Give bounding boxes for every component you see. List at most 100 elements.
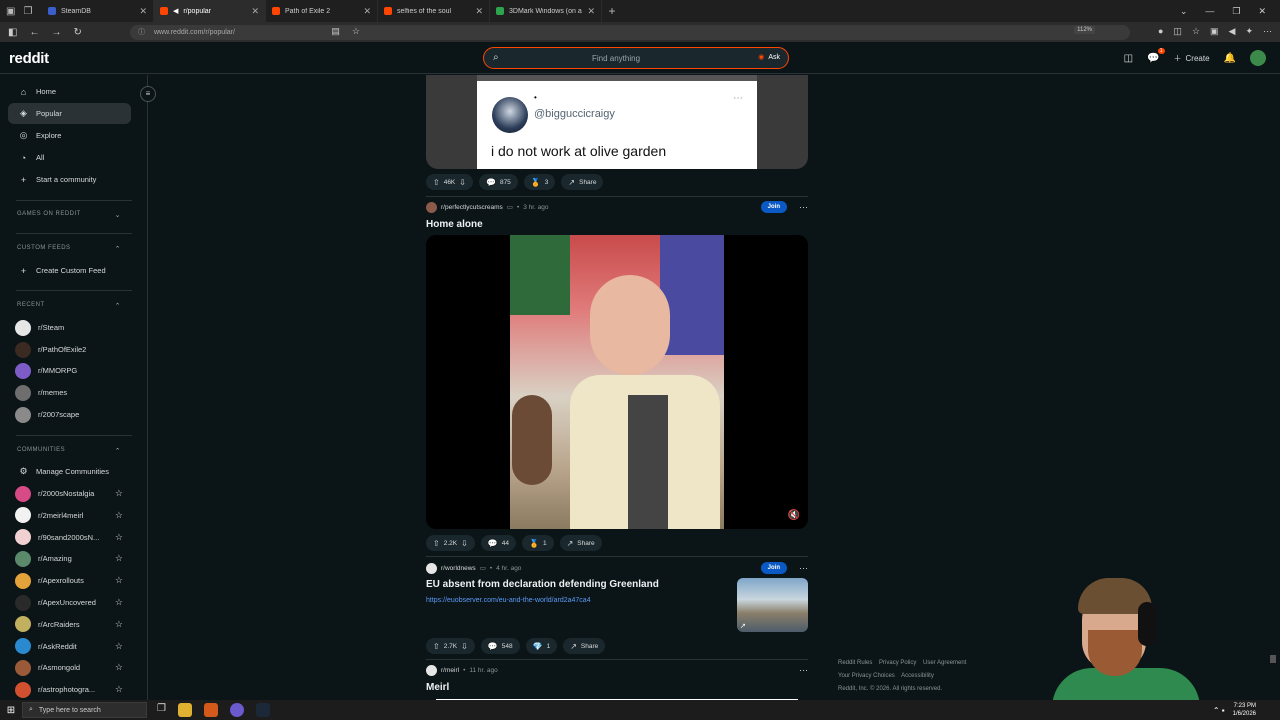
forward-button[interactable]: →: [51, 27, 61, 38]
user-avatar[interactable]: [1250, 50, 1266, 66]
sidebar-item-community[interactable]: r/2meirl4meirl ☆: [8, 505, 131, 526]
browser-tab[interactable]: SteamDB ✕: [42, 0, 154, 22]
speaker-icon[interactable]: ◀: [1229, 26, 1236, 37]
back-button[interactable]: ←: [29, 27, 39, 38]
post-link[interactable]: https://euobserver.com/eu-and-the-world/…: [426, 597, 591, 604]
create-custom-feed-button[interactable]: + Create Custom Feed: [8, 260, 131, 281]
speaker-icon[interactable]: ◀: [173, 7, 178, 15]
taskbar-search-input[interactable]: Type here to search: [39, 707, 101, 714]
extension-icon[interactable]: ●: [1158, 26, 1163, 37]
upvote-icon[interactable]: ⇧: [433, 642, 440, 651]
favorite-star-icon[interactable]: ☆: [115, 641, 123, 652]
sidebar-item-community[interactable]: r/PathOfExile2: [8, 339, 131, 360]
join-button[interactable]: Join: [760, 201, 787, 213]
task-view-icon[interactable]: ❐: [157, 703, 166, 717]
sidebar-icon[interactable]: ◧: [8, 27, 17, 38]
downvote-icon[interactable]: ⇩: [461, 539, 468, 548]
favorite-star-icon[interactable]: ☆: [115, 510, 123, 521]
post-title[interactable]: Meirl: [426, 682, 449, 693]
share-button[interactable]: ↗ Share: [561, 174, 604, 190]
sidebar-item-popular[interactable]: ◈ Popular: [8, 103, 131, 124]
volume-icon[interactable]: 🔇: [788, 510, 800, 521]
user-agreement-link[interactable]: User Agreement: [923, 660, 966, 666]
recent-section-toggle[interactable]: RECENT ⌃: [17, 302, 121, 310]
sidebar-item-all[interactable]: ◔ All: [8, 147, 131, 168]
browser-tab[interactable]: selfies of the soul ✕: [378, 0, 490, 22]
browser-tab[interactable]: Path of Exile 2 ✕: [266, 0, 378, 22]
clock[interactable]: 7:23 PM 1/6/2026: [1233, 702, 1256, 718]
downvote-icon[interactable]: ⇩: [459, 178, 466, 187]
favorite-star-icon[interactable]: ☆: [115, 597, 123, 608]
refresh-button[interactable]: ↻: [73, 27, 81, 38]
subreddit-avatar[interactable]: [426, 201, 437, 213]
favorite-star-icon[interactable]: ☆: [115, 488, 123, 499]
ask-button[interactable]: ◉ Ask: [758, 53, 780, 62]
sidebar-item-community[interactable]: r/memes: [8, 382, 131, 403]
award-button[interactable]: 🏅 3: [523, 174, 556, 190]
browser-app-icon[interactable]: [203, 703, 218, 717]
privacy-choices-link[interactable]: Your Privacy Choices: [838, 673, 895, 679]
sidebar-item-community[interactable]: r/ArcRaiders ☆: [8, 614, 131, 635]
site-info-icon[interactable]: ⓘ: [138, 27, 145, 37]
close-button[interactable]: ✕: [1258, 6, 1266, 17]
steam-app-icon[interactable]: [255, 703, 270, 717]
browser-tab[interactable]: 3DMark Windows (on a) Phone ✕: [490, 0, 602, 22]
tab-close-icon[interactable]: ✕: [139, 6, 147, 17]
maximize-button[interactable]: ❐: [1232, 6, 1240, 17]
menu-icon[interactable]: ⋯: [1263, 26, 1272, 37]
sidebar-item-start-a-community[interactable]: + Start a community: [8, 169, 131, 190]
subreddit-avatar[interactable]: [426, 562, 437, 574]
accessibility-link[interactable]: Accessibility: [901, 673, 934, 679]
sidebar-item-community[interactable]: r/Apexrollouts ☆: [8, 570, 131, 591]
sidebar-item-community[interactable]: r/MMORPG: [8, 360, 131, 381]
subreddit-link[interactable]: r/worldnews: [441, 565, 476, 572]
sidebar-item-community[interactable]: r/ApexUncovered ☆: [8, 592, 131, 613]
scrollbar-thumb[interactable]: [1270, 655, 1276, 663]
split-screen-icon[interactable]: ◫: [1173, 26, 1182, 37]
chat-icon[interactable]: 💬 1: [1147, 47, 1165, 64]
read-mode-icon[interactable]: ▤: [331, 26, 340, 37]
sidebar-item-community[interactable]: r/2000sNostalgia ☆: [8, 483, 131, 504]
upvote-icon[interactable]: ⇧: [433, 539, 440, 548]
new-tab-button[interactable]: +: [602, 4, 622, 18]
sidebar-item-community[interactable]: r/90sand2000sN... ☆: [8, 527, 131, 548]
chat-app-icon[interactable]: [229, 703, 244, 717]
post-media-image[interactable]: • @bigguccicraigy ⋯ i do not work at oli…: [426, 75, 808, 169]
file-explorer-icon[interactable]: [177, 703, 192, 717]
tray-icons[interactable]: ⌃ ▪: [1213, 706, 1225, 715]
subreddit-link[interactable]: r/perfectlycutscreams: [441, 204, 503, 211]
chevron-down-icon[interactable]: ⌄: [1180, 6, 1188, 17]
collections-icon[interactable]: ▣: [1210, 26, 1219, 37]
tab-actions-icon[interactable]: ❐: [23, 6, 32, 17]
taskbar-search[interactable]: ⌕ Type here to search: [22, 702, 147, 718]
post-title[interactable]: Home alone: [426, 219, 483, 230]
more-options-icon[interactable]: ⋯: [799, 202, 808, 213]
sidebar-collapse-button[interactable]: ≡: [140, 86, 156, 102]
award-button[interactable]: 💎 1: [525, 638, 558, 654]
comments-button[interactable]: 💬 548: [480, 638, 520, 654]
join-button[interactable]: Join: [760, 562, 787, 574]
search-input[interactable]: Find anything: [484, 54, 788, 63]
manage-communities-button[interactable]: ⚙ Manage Communities: [8, 461, 131, 482]
favorite-star-icon[interactable]: ☆: [115, 553, 123, 564]
favorite-star-icon[interactable]: ☆: [115, 684, 123, 695]
post-title[interactable]: EU absent from declaration defending Gre…: [426, 579, 659, 590]
windows-start-icon[interactable]: ⊞: [0, 705, 22, 716]
upvote-icon[interactable]: ⇧: [433, 178, 440, 187]
browser-tab[interactable]: ◀ r/popular ✕: [154, 0, 266, 22]
tab-close-icon[interactable]: ✕: [475, 6, 483, 17]
favorite-star-icon[interactable]: ☆: [115, 532, 123, 543]
more-options-icon[interactable]: ⋯: [799, 665, 808, 676]
subreddit-avatar[interactable]: [426, 665, 437, 676]
advertise-icon[interactable]: ◫: [1124, 53, 1133, 64]
post-video[interactable]: 🔇: [426, 235, 808, 529]
minimize-button[interactable]: —: [1205, 6, 1214, 17]
comments-button[interactable]: 💬 875: [478, 174, 518, 190]
custom-feeds-section-toggle[interactable]: CUSTOM FEEDS ⌃: [17, 245, 121, 253]
more-options-icon[interactable]: ⋯: [799, 563, 808, 574]
favorite-star-icon[interactable]: ☆: [115, 619, 123, 630]
tab-close-icon[interactable]: ✕: [587, 6, 595, 17]
reddit-rules-link[interactable]: Reddit Rules: [838, 660, 872, 666]
reddit-logo[interactable]: reddit: [9, 50, 49, 67]
favorite-star-icon[interactable]: ☆: [352, 26, 360, 37]
